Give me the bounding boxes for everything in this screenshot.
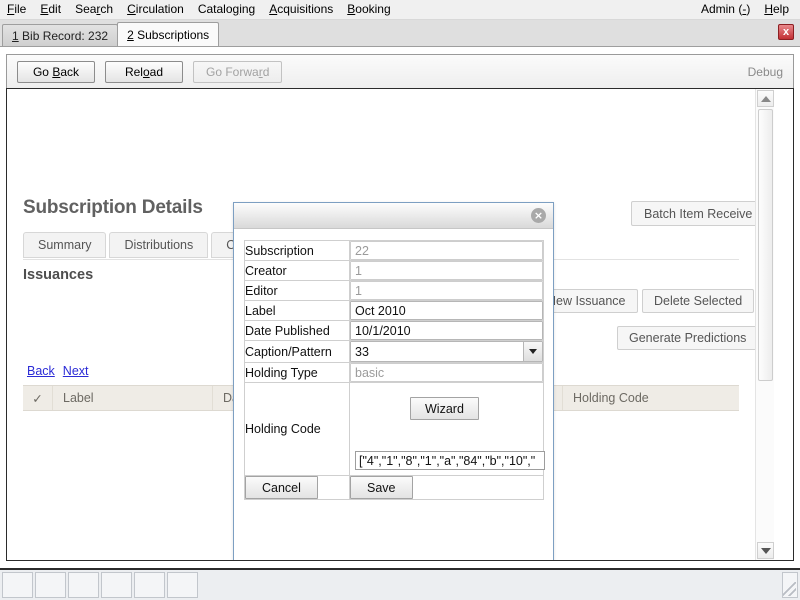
scrollbar-thumb[interactable] xyxy=(758,109,773,381)
status-panel xyxy=(134,572,165,598)
window-tab-number: 1 xyxy=(12,29,19,43)
dialog-title-bar: × xyxy=(234,203,553,229)
label-holding-code: Holding Code xyxy=(245,383,350,476)
form-row-date-published: Date Published xyxy=(245,321,544,341)
label-caption-pattern: Caption/Pattern xyxy=(245,341,350,363)
form-row-label: Label xyxy=(245,301,544,321)
resize-grip-icon[interactable] xyxy=(782,572,798,598)
form-row-subscription: Subscription xyxy=(245,241,544,261)
form-row-creator: Creator xyxy=(245,261,544,281)
form-row-editor: Editor xyxy=(245,281,544,301)
label-date-published: Date Published xyxy=(245,321,350,341)
form-row-holding-type: Holding Type xyxy=(245,363,544,383)
cancel-button[interactable]: Cancel xyxy=(245,476,318,499)
status-panel xyxy=(167,572,198,598)
grid-header-check: ✓ xyxy=(23,386,53,410)
scroll-down-arrow-icon[interactable] xyxy=(757,542,774,559)
status-panel xyxy=(35,572,66,598)
issuances-heading: Issuances xyxy=(23,267,93,283)
status-bar xyxy=(0,568,800,600)
label-label: Label xyxy=(245,301,350,321)
menu-item-acquisitions[interactable]: Acquisitions xyxy=(262,1,340,18)
pager-next-link[interactable]: Next xyxy=(63,364,89,378)
creator-field[interactable] xyxy=(350,261,543,280)
label-field[interactable] xyxy=(350,301,543,320)
menu-item-help[interactable]: Help xyxy=(757,1,796,18)
caption-pattern-select-wrap xyxy=(350,341,543,362)
menu-item-cataloging[interactable]: Cataloging xyxy=(191,1,262,18)
issuance-form: Subscription Creator Editor xyxy=(244,240,544,500)
save-button[interactable]: Save xyxy=(350,476,413,499)
status-panel xyxy=(68,572,99,598)
save-cell: Save xyxy=(350,476,544,500)
content-frame: Subscription Details Batch Item Receive … xyxy=(6,88,794,561)
editor-field[interactable] xyxy=(350,281,543,300)
subscription-field[interactable] xyxy=(350,241,543,260)
tab-distributions[interactable]: Distributions xyxy=(109,232,208,258)
label-subscription: Subscription xyxy=(245,241,350,261)
edit-issuance-dialog: × Subscription Creator xyxy=(233,202,554,560)
pager: Back Next xyxy=(27,364,97,378)
menu-item-search[interactable]: Search xyxy=(68,1,120,18)
page-title: Subscription Details xyxy=(23,197,203,219)
menu-item-booking[interactable]: Booking xyxy=(340,1,397,18)
menu-item-file[interactable]: File xyxy=(0,1,33,18)
window-tab-subscriptions[interactable]: 2 Subscriptions xyxy=(117,22,219,46)
subscription-details-page: Subscription Details Batch Item Receive … xyxy=(7,89,774,560)
form-row-caption-pattern: Caption/Pattern xyxy=(245,341,544,363)
go-forward-button: Go Forward xyxy=(193,61,282,83)
form-row-actions: Cancel Save xyxy=(245,476,544,500)
window-tab-number: 2 xyxy=(127,28,134,42)
wizard-button[interactable]: Wizard xyxy=(410,397,479,420)
menu-bar-right: Admin (-) Help xyxy=(694,1,800,18)
date-published-field[interactable] xyxy=(350,321,543,340)
batch-item-receive-button[interactable]: Batch Item Receive xyxy=(631,201,765,226)
browser-toolbar: Go Back Reload Go Forward Debug xyxy=(6,54,794,88)
tab-summary[interactable]: Summary xyxy=(23,232,106,258)
holding-type-field[interactable] xyxy=(350,363,543,382)
window-tab-label: Bib Record: 232 xyxy=(22,29,108,43)
pager-back-link[interactable]: Back xyxy=(27,364,55,378)
status-panel xyxy=(2,572,33,598)
caption-pattern-select[interactable] xyxy=(350,341,543,362)
menu-bar: File Edit Search Circulation Cataloging … xyxy=(0,0,800,20)
status-panel xyxy=(101,572,132,598)
delete-selected-button[interactable]: Delete Selected xyxy=(642,289,754,313)
menu-item-circulation[interactable]: Circulation xyxy=(120,1,191,18)
grid-header-holding-code[interactable]: Holding Code xyxy=(563,386,739,410)
menu-item-edit[interactable]: Edit xyxy=(33,1,68,18)
window-close-icon[interactable]: x xyxy=(778,24,794,40)
holding-code-cell: Wizard xyxy=(350,383,544,476)
cancel-cell: Cancel xyxy=(245,476,350,500)
label-editor: Editor xyxy=(245,281,350,301)
menu-item-admin[interactable]: Admin (-) xyxy=(694,1,757,18)
window-tab-bib-record[interactable]: 1 Bib Record: 232 xyxy=(2,24,118,46)
status-message-area xyxy=(200,572,782,598)
form-row-holding-code: Holding Code Wizard xyxy=(245,383,544,476)
window-tab-label: Subscriptions xyxy=(137,28,209,42)
close-icon[interactable]: × xyxy=(531,208,546,223)
scroll-up-arrow-icon[interactable] xyxy=(757,90,774,107)
grid-header-label[interactable]: Label xyxy=(53,386,213,410)
reload-button[interactable]: Reload xyxy=(105,61,183,83)
generate-predictions-button[interactable]: Generate Predictions xyxy=(617,326,758,350)
label-holding-type: Holding Type xyxy=(245,363,350,383)
go-back-button[interactable]: Go Back xyxy=(17,61,95,83)
label-creator: Creator xyxy=(245,261,350,281)
debug-label: Debug xyxy=(748,65,783,79)
window-tab-bar: 1 Bib Record: 232 2 Subscriptions x xyxy=(0,20,800,47)
holding-code-field[interactable] xyxy=(355,451,545,470)
page-vertical-scrollbar[interactable] xyxy=(755,89,774,560)
dialog-body: Subscription Creator Editor xyxy=(234,229,553,510)
